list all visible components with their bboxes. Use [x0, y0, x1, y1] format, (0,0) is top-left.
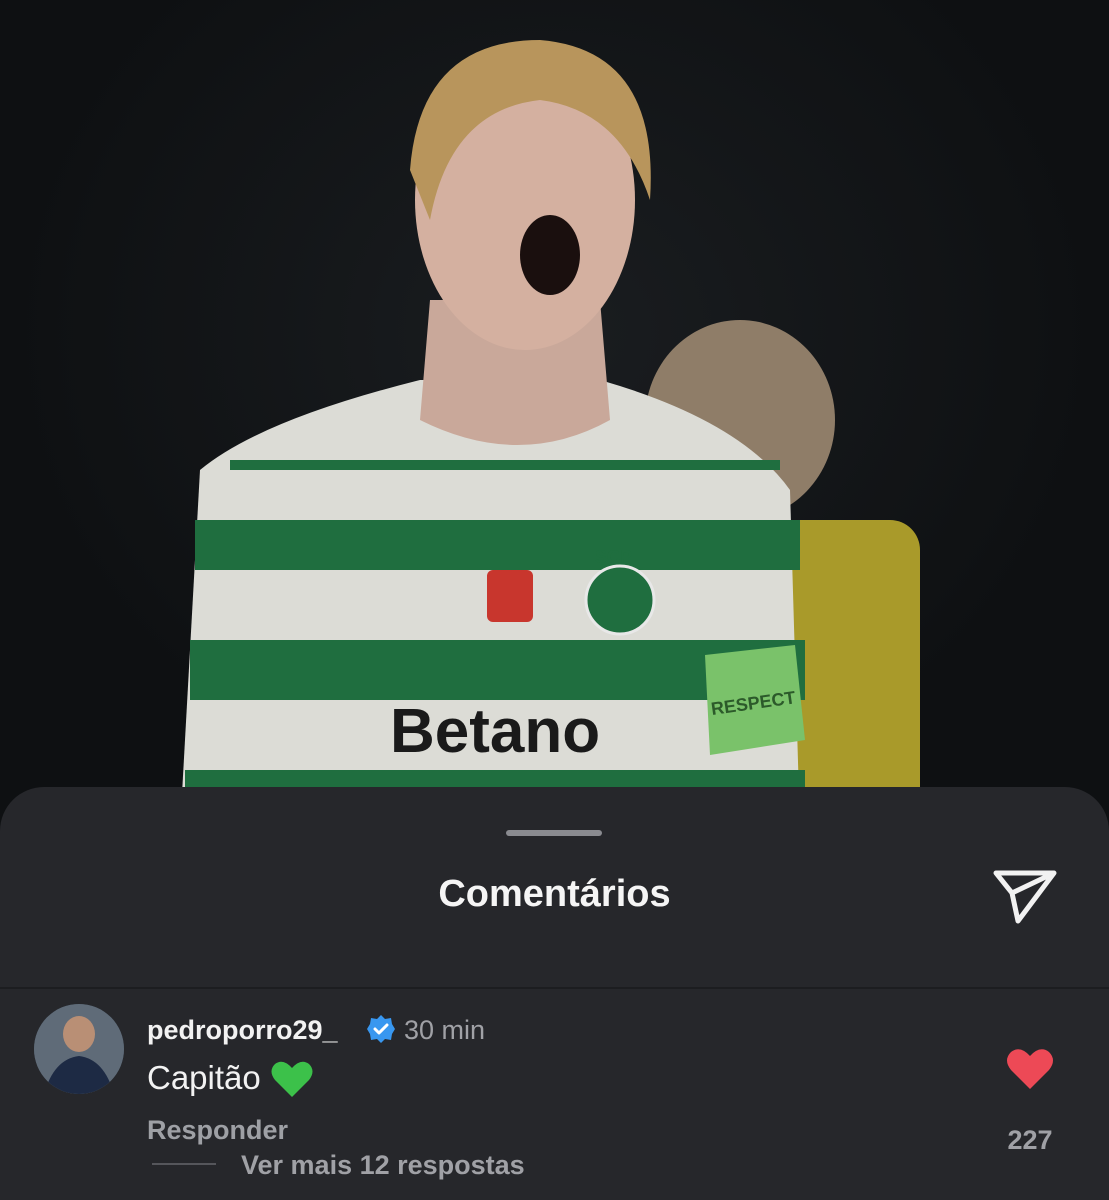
avatar[interactable]: [34, 1004, 124, 1094]
green-heart-icon: [271, 1061, 313, 1097]
reply-button[interactable]: Responder: [147, 1115, 288, 1146]
drag-handle[interactable]: [506, 830, 602, 836]
like-heart-icon[interactable]: [1006, 1047, 1054, 1091]
post-photo: Betano SCP RESPECT: [0, 0, 1109, 830]
verified-badge-icon: [367, 1015, 395, 1043]
comment-item: pedroporro29_ 30 min Capitão Responder 2…: [0, 987, 1109, 1200]
comment-username[interactable]: pedroporro29_: [147, 1015, 338, 1046]
share-button[interactable]: [990, 867, 1060, 927]
view-more-replies-button[interactable]: Ver mais 12 respostas: [241, 1150, 525, 1181]
replies-line: [152, 1163, 216, 1165]
sheet-title: Comentários: [438, 873, 671, 915]
comments-sheet: Comentários pedroporro29_ 30 min Capitão…: [0, 787, 1109, 1200]
jersey-sponsor-text: Betano: [390, 697, 600, 766]
crest-text: SCP: [595, 547, 632, 567]
like-count: 227: [1007, 1125, 1053, 1155]
comment-time: 30 min: [404, 1015, 486, 1045]
comment-text: Capitão: [147, 1059, 261, 1096]
send-icon: [993, 870, 1057, 924]
